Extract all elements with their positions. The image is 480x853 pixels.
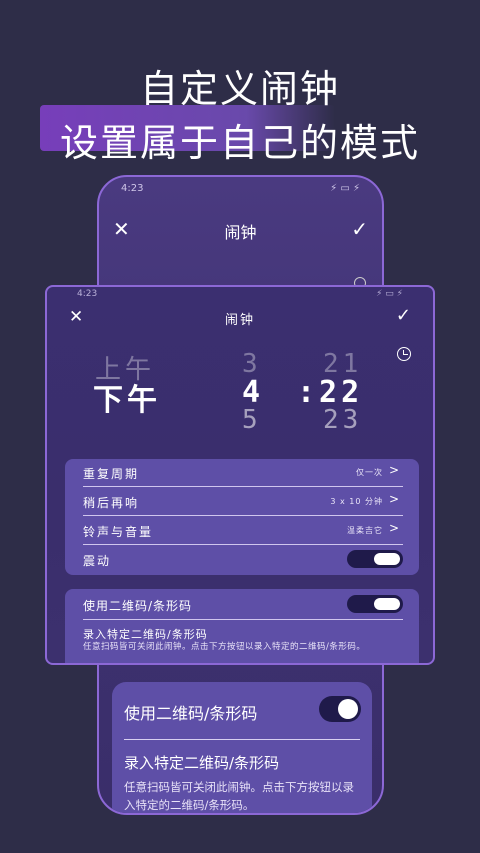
setting-repeat[interactable]: 重复周期 仅一次 >: [83, 459, 403, 487]
headline-line2: 设置属于自己的模式: [59, 121, 420, 165]
chevron-right-icon: >: [388, 463, 401, 477]
confirm-icon[interactable]: ✓: [396, 305, 411, 326]
setting-snooze[interactable]: 稍后再响 3 x 10 分钟 >: [83, 488, 403, 516]
setting-value: 仅一次: [356, 468, 383, 477]
divider: [83, 486, 403, 487]
qr-toggle-label: 使用二维码/条形码: [83, 599, 193, 613]
app-header: ✕ 闹钟 ✓: [47, 305, 433, 333]
status-bar: 4:23 ⚡ ▭ ⚡: [77, 289, 403, 299]
confirm-icon[interactable]: ✓: [351, 217, 368, 241]
qr-code-card: 使用二维码/条形码 录入特定二维码/条形码 任意扫码皆可关闭此闹钟。点击下方按钮…: [65, 589, 419, 663]
qr-toggle[interactable]: [319, 696, 361, 722]
status-icons: ⚡ ▭ ⚡: [330, 183, 360, 194]
toggle-knob: [374, 598, 400, 610]
record-qr-title[interactable]: 录入特定二维码/条形码: [83, 626, 208, 642]
app-header: ✕ 闹钟 ✓: [99, 217, 382, 247]
status-time: 4:23: [121, 183, 144, 194]
record-qr-description: 任意扫码皆可关闭此闹钟。点击下方按钮以录入特定的二维码/条形码。: [124, 780, 354, 812]
setting-label: 重复周期: [83, 467, 140, 481]
toggle-knob: [338, 699, 358, 719]
qr-toggle[interactable]: [347, 595, 403, 613]
divider: [83, 619, 403, 620]
front-phone-mockup: 4:23 ⚡ ▭ ⚡ ✕ 闹钟 ✓ 上午 下午 3 4 5 21 :22 23 …: [45, 285, 435, 665]
ampm-selected[interactable]: 下午: [93, 375, 161, 419]
divider: [124, 739, 360, 740]
toggle-knob: [374, 553, 400, 565]
status-bar: 4:23 ⚡ ▭ ⚡: [121, 183, 360, 194]
vibration-toggle[interactable]: [347, 550, 403, 568]
record-qr-description: 任意扫码皆可关闭此闹钟。点击下方按钮以录入特定的二维码/条形码。: [83, 642, 366, 652]
setting-label: 稍后再响: [83, 496, 140, 510]
chevron-right-icon: >: [388, 492, 401, 506]
status-icons: ⚡ ▭ ⚡: [376, 289, 403, 299]
setting-label: 震动: [83, 554, 112, 568]
setting-label: 铃声与音量: [83, 525, 154, 539]
divider: [83, 544, 403, 545]
qr-code-card: 使用二维码/条形码 录入特定二维码/条形码 任意扫码皆可关闭此闹钟。点击下方按钮…: [112, 682, 372, 813]
setting-value: 温柔吉它: [347, 526, 383, 535]
divider: [83, 515, 403, 516]
record-qr-title[interactable]: 录入特定二维码/条形码: [124, 752, 279, 773]
settings-card: 重复周期 仅一次 > 稍后再响 3 x 10 分钟 > 铃声与音量 温柔吉它 >…: [65, 459, 419, 575]
page-title: 闹钟: [224, 313, 255, 328]
setting-vibration: 震动: [83, 546, 403, 574]
minute-next[interactable]: 23: [323, 405, 362, 435]
page-title: 闹钟: [224, 223, 257, 242]
setting-value: 3 x 10 分钟: [330, 497, 383, 506]
hour-next[interactable]: 5: [242, 405, 262, 435]
status-time: 4:23: [77, 289, 98, 299]
qr-toggle-label: 使用二维码/条形码: [124, 704, 258, 723]
setting-ringtone[interactable]: 铃声与音量 温柔吉它 >: [83, 517, 403, 545]
time-picker[interactable]: 上午 下午 3 4 5 21 :22 23: [47, 349, 433, 435]
chevron-right-icon: >: [388, 521, 401, 535]
